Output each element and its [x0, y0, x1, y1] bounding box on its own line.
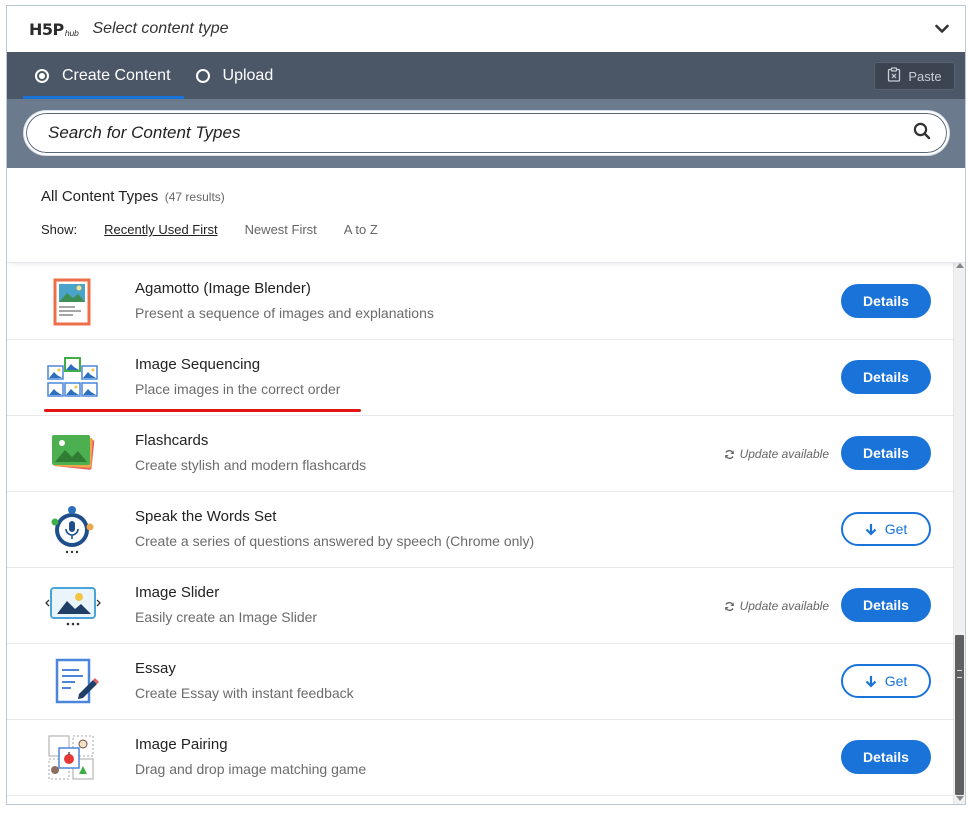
item-description: Easily create an Image Slider — [135, 609, 318, 625]
flashcards-icon — [45, 428, 101, 478]
item-name: Speak the Words Set — [135, 508, 277, 525]
image-slider-icon — [45, 580, 101, 630]
sort-options: Show: Recently Used First Newest First A… — [41, 222, 965, 237]
content-type-list: Agamotto (Image Blender) Present a seque… — [7, 264, 953, 804]
results-count: (47 results) — [164, 190, 225, 204]
list-item[interactable]: Flashcards Create stylish and modern fla… — [7, 416, 953, 492]
tabs-bar: Create Content Upload Paste — [7, 52, 965, 99]
tab-label: Create Content — [62, 66, 171, 84]
tab-label: Upload — [222, 66, 274, 84]
tab-create-content[interactable]: Create Content — [23, 52, 184, 99]
details-button[interactable]: Details — [841, 284, 931, 318]
search-area — [7, 99, 965, 168]
sort-a-to-z[interactable]: A to Z — [344, 222, 378, 237]
list-item[interactable]: Essay Create Essay with instant feedback… — [7, 644, 953, 720]
clipboard-icon — [887, 67, 901, 85]
item-description: Present a sequence of images and explana… — [135, 305, 434, 321]
paste-label: Paste — [908, 68, 942, 84]
hub-title: Select content type — [92, 20, 229, 37]
get-button[interactable]: Get — [841, 664, 931, 698]
sort-newest-first[interactable]: Newest First — [245, 222, 317, 237]
update-label: Update available — [739, 447, 829, 461]
hub-header[interactable]: H5P hub Select content type — [7, 6, 965, 52]
scroll-up-icon[interactable] — [956, 263, 964, 268]
h5p-logo: H5P hub — [29, 19, 79, 39]
list-item[interactable]: Agamotto (Image Blender) Present a seque… — [7, 264, 953, 340]
get-button[interactable]: Get — [841, 512, 931, 546]
radio-unchecked-icon — [195, 68, 210, 83]
image-sequencing-icon — [45, 352, 101, 402]
refresh-icon — [724, 601, 734, 611]
paste-button[interactable]: Paste — [874, 62, 955, 90]
logo-text: H5P — [29, 19, 64, 39]
arrow-down-icon — [865, 523, 876, 536]
item-description: Place images in the correct order — [135, 381, 341, 397]
details-button[interactable]: Details — [841, 360, 931, 394]
details-button[interactable]: Details — [841, 588, 931, 622]
highlight-underline — [44, 409, 361, 412]
tab-upload[interactable]: Upload — [184, 52, 286, 99]
sort-recently-used[interactable]: Recently Used First — [104, 222, 217, 237]
list-item[interactable]: Speak the Words Set Create a series of q… — [7, 492, 953, 568]
list-item[interactable]: Image Pairing Drag and drop image matchi… — [7, 720, 953, 796]
update-available: Update available — [724, 599, 829, 613]
search-input[interactable] — [48, 123, 913, 143]
scroll-down-icon[interactable] — [956, 796, 964, 801]
item-description: Create Essay with instant feedback — [135, 685, 354, 701]
essay-icon — [45, 656, 101, 706]
list-item[interactable]: Image Slider Easily create an Image Slid… — [7, 568, 953, 644]
item-description: Drag and drop image matching game — [135, 761, 367, 777]
agamotto-icon — [45, 276, 101, 326]
item-description: Create a series of questions answered by… — [135, 533, 535, 549]
scroll-thumb[interactable] — [955, 635, 964, 795]
search-box[interactable] — [24, 111, 949, 155]
arrow-down-icon — [865, 675, 876, 688]
item-name: Flashcards — [135, 432, 209, 449]
update-label: Update available — [739, 599, 829, 613]
results-header: All Content Types (47 results) Show: Rec… — [7, 168, 965, 263]
item-name: Agamotto (Image Blender) — [135, 280, 311, 297]
update-available: Update available — [724, 447, 829, 461]
chevron-down-icon[interactable] — [933, 20, 951, 38]
search-icon[interactable] — [913, 122, 931, 145]
list-item[interactable]: Image Sequencing Place images in the cor… — [7, 340, 953, 416]
item-name: Image Pairing — [135, 736, 228, 753]
logo-sub: hub — [64, 28, 79, 38]
scrollbar[interactable] — [953, 257, 965, 804]
h5p-hub-panel: H5P hub Select content type Create Conten… — [6, 5, 966, 805]
refresh-icon — [724, 449, 734, 459]
item-name: Image Sequencing — [135, 356, 261, 373]
get-label: Get — [884, 521, 908, 537]
speak-words-icon — [45, 504, 101, 554]
item-name: Essay — [135, 660, 176, 677]
image-pairing-icon — [45, 732, 101, 782]
details-button[interactable]: Details — [841, 436, 931, 470]
show-label: Show: — [41, 222, 78, 237]
item-name: Image Slider — [135, 584, 220, 601]
details-button[interactable]: Details — [841, 740, 931, 774]
results-title: All Content Types — [41, 188, 159, 205]
radio-checked-icon — [35, 68, 49, 83]
item-description: Create stylish and modern flashcards — [135, 457, 367, 473]
get-label: Get — [884, 673, 908, 689]
